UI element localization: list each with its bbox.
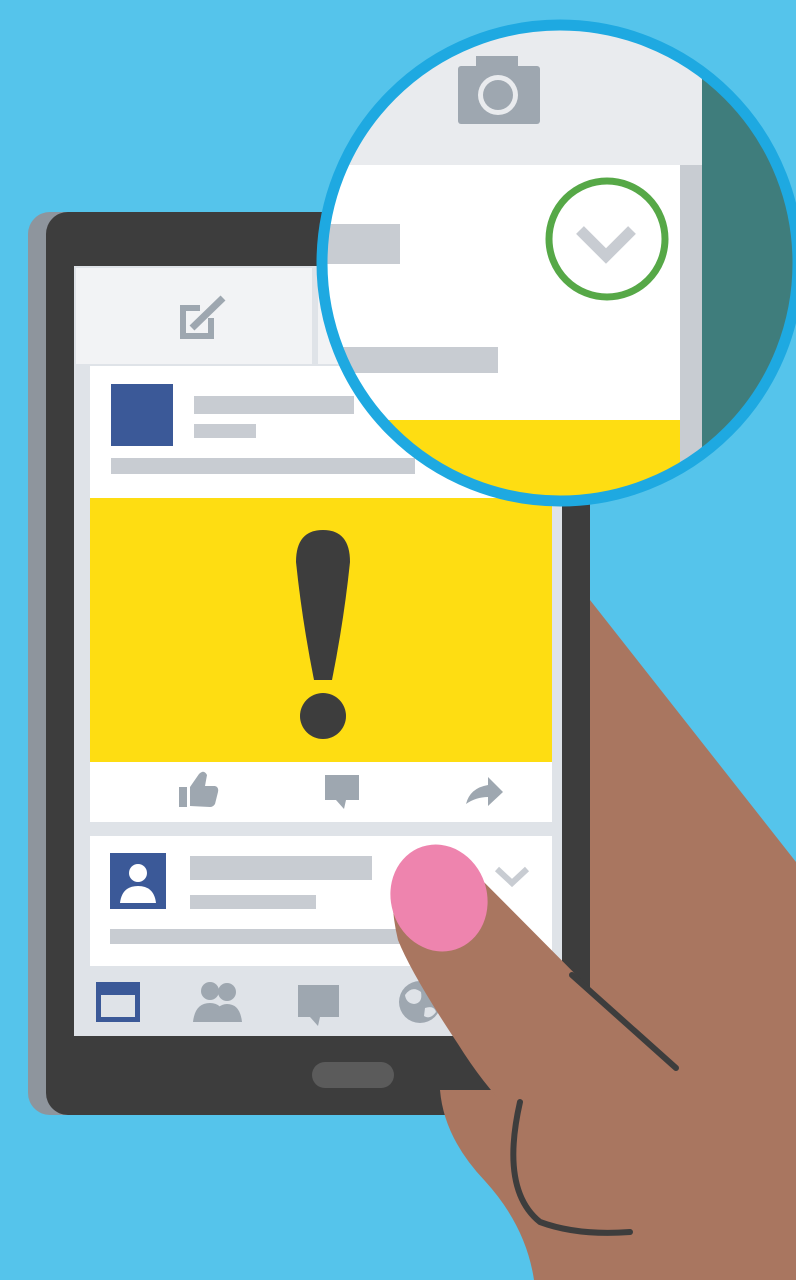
camera-icon	[458, 56, 540, 124]
post-time-placeholder-2	[190, 895, 316, 909]
page-avatar[interactable]	[111, 384, 173, 446]
post-author-placeholder-2	[190, 856, 372, 880]
post-time-placeholder	[194, 424, 256, 438]
report-post-illustration	[0, 0, 796, 1280]
news-feed-icon[interactable]	[96, 982, 140, 1022]
post-text-placeholder	[111, 458, 415, 474]
post-author-placeholder	[194, 396, 354, 414]
home-button[interactable]	[312, 1062, 394, 1088]
tab-status[interactable]	[76, 268, 312, 364]
post-text-placeholder-2	[110, 929, 428, 944]
